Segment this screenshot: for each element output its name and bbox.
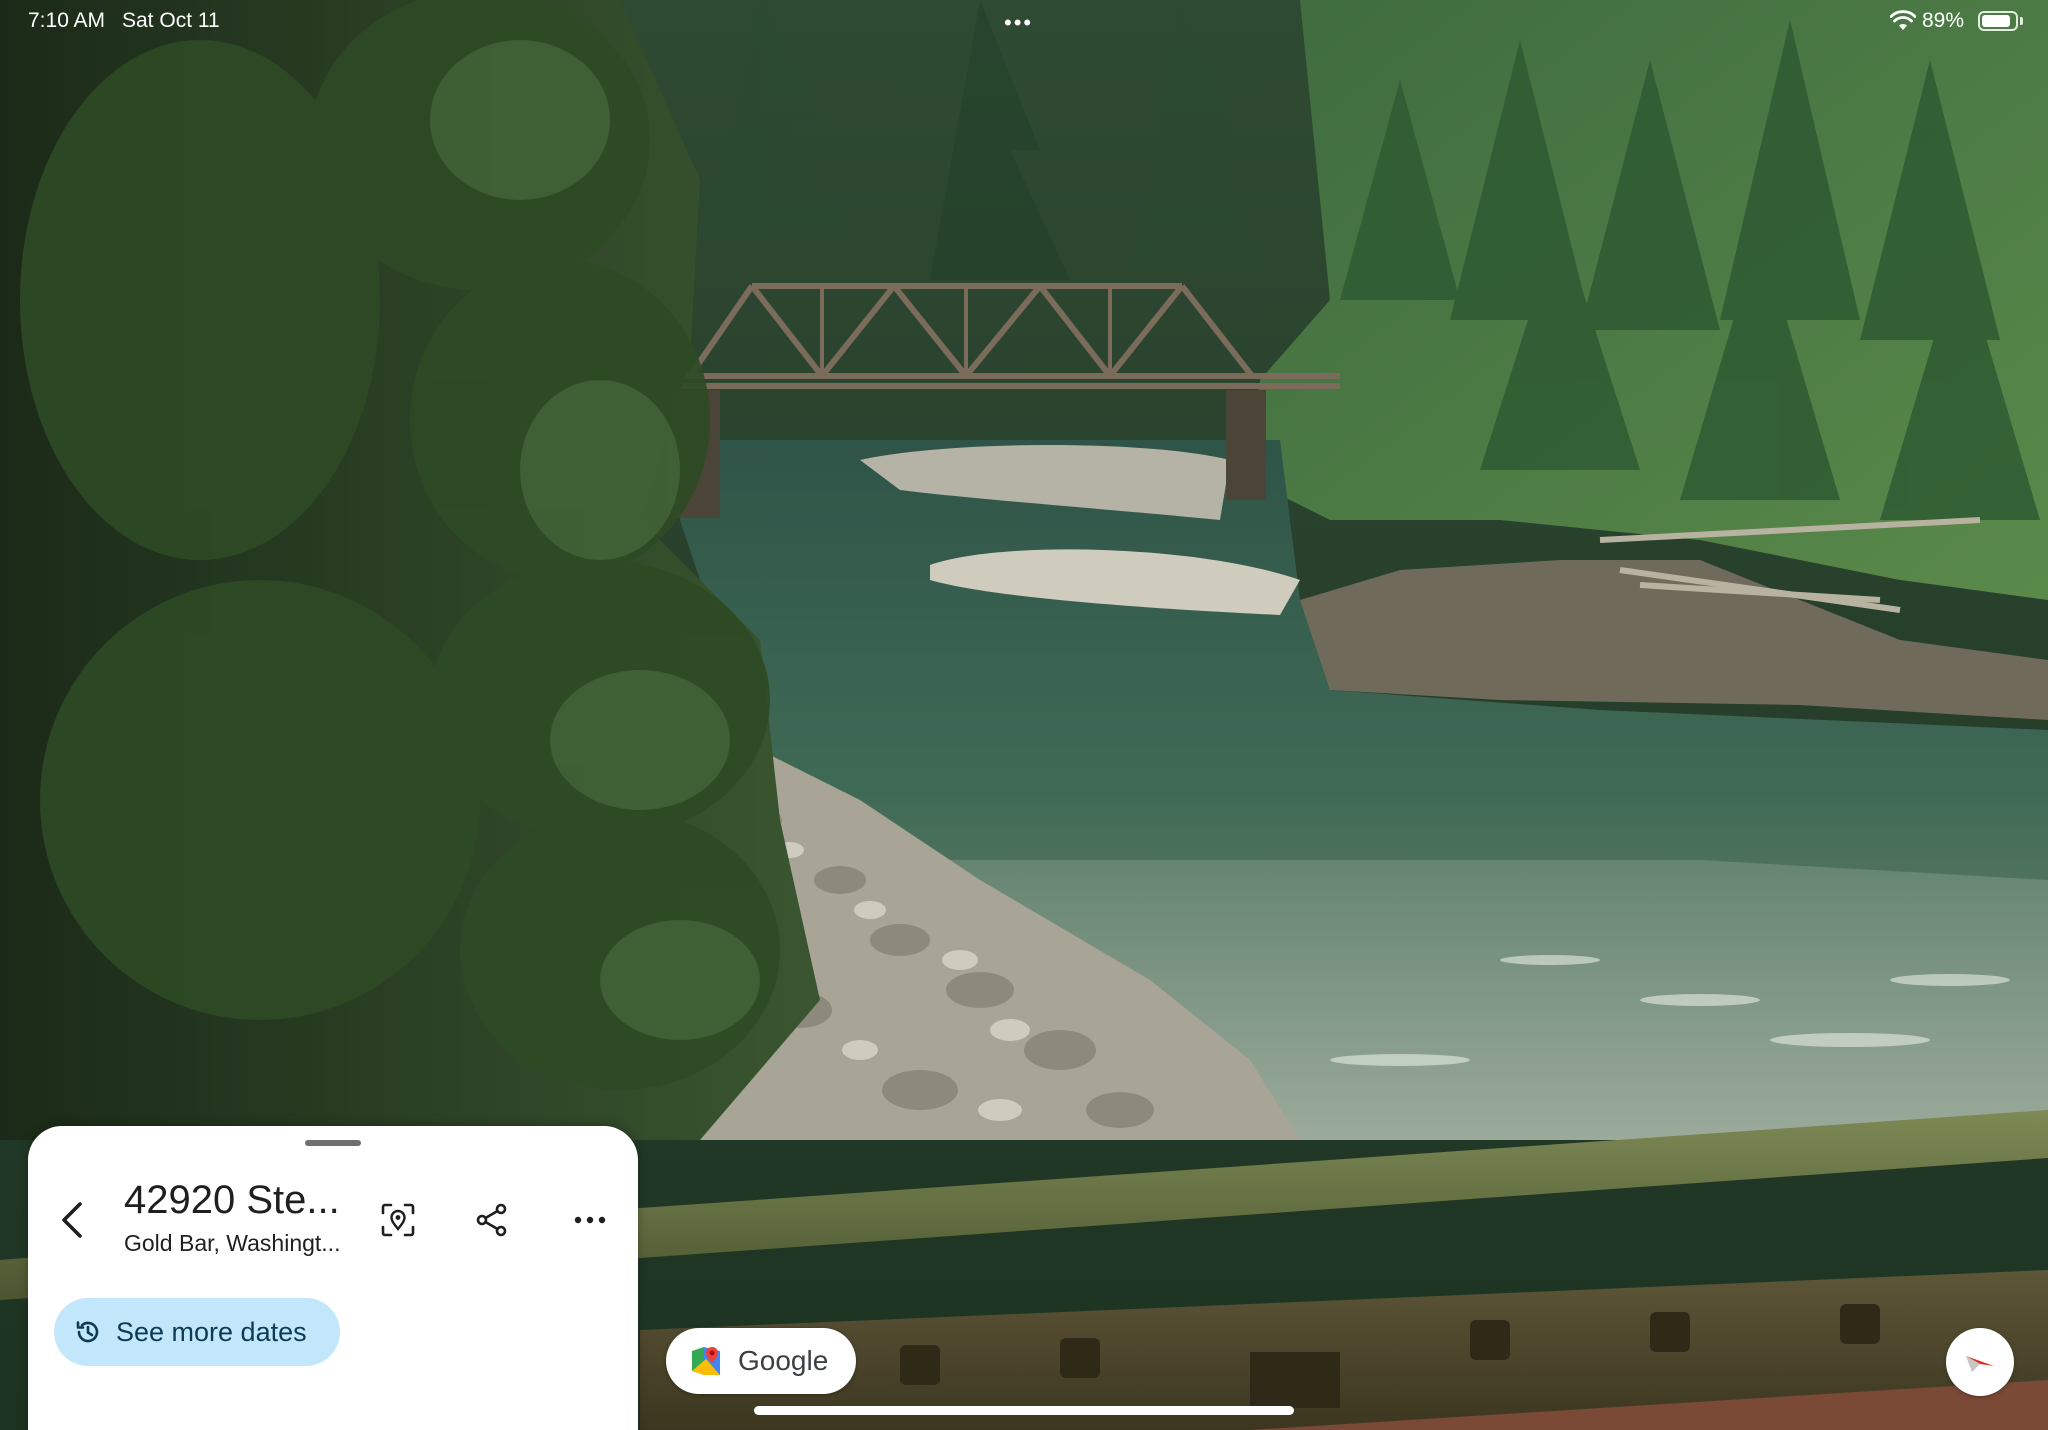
view-on-map-button[interactable] (372, 1194, 424, 1246)
status-date: Sat Oct 11 (122, 9, 220, 32)
multitasking-dots[interactable]: ••• (1004, 10, 1033, 36)
battery-percent: 89% (1922, 9, 1965, 32)
compass-button[interactable] (1946, 1328, 2014, 1396)
see-more-dates-button[interactable]: See more dates (54, 1298, 340, 1366)
place-subtitle: Gold Bar, Washingt... (124, 1230, 341, 1256)
compass-needle-icon (1966, 1356, 1994, 1372)
home-indicator[interactable] (754, 1406, 1294, 1415)
google-label: Google (738, 1345, 829, 1376)
battery-icon (1978, 11, 2018, 31)
place-info-panel: 42920 Ste... Gold Bar, Washingt... See m… (28, 1126, 638, 1430)
place-title: 42920 Ste... (124, 1178, 340, 1222)
battery-cap (2020, 17, 2023, 25)
google-maps-chip[interactable]: Google (666, 1328, 856, 1394)
google-maps-logo-icon (692, 1347, 720, 1375)
see-more-dates-label: See more dates (116, 1316, 307, 1347)
back-button[interactable] (48, 1196, 96, 1244)
share-icon (476, 1203, 507, 1237)
wifi-icon (1890, 10, 1916, 30)
share-button[interactable] (466, 1194, 518, 1246)
history-icon (76, 1321, 99, 1343)
status-time: 7:10 AM (28, 9, 106, 32)
more-horizontal-icon (574, 1216, 606, 1224)
back-arrow-icon (62, 1202, 82, 1238)
more-options-button[interactable] (564, 1194, 616, 1246)
location-pin-frame-icon (381, 1203, 415, 1237)
panel-drag-handle[interactable] (305, 1140, 361, 1146)
status-bar: 7:10 AM Sat Oct 11 ••• 89% (0, 0, 2048, 42)
